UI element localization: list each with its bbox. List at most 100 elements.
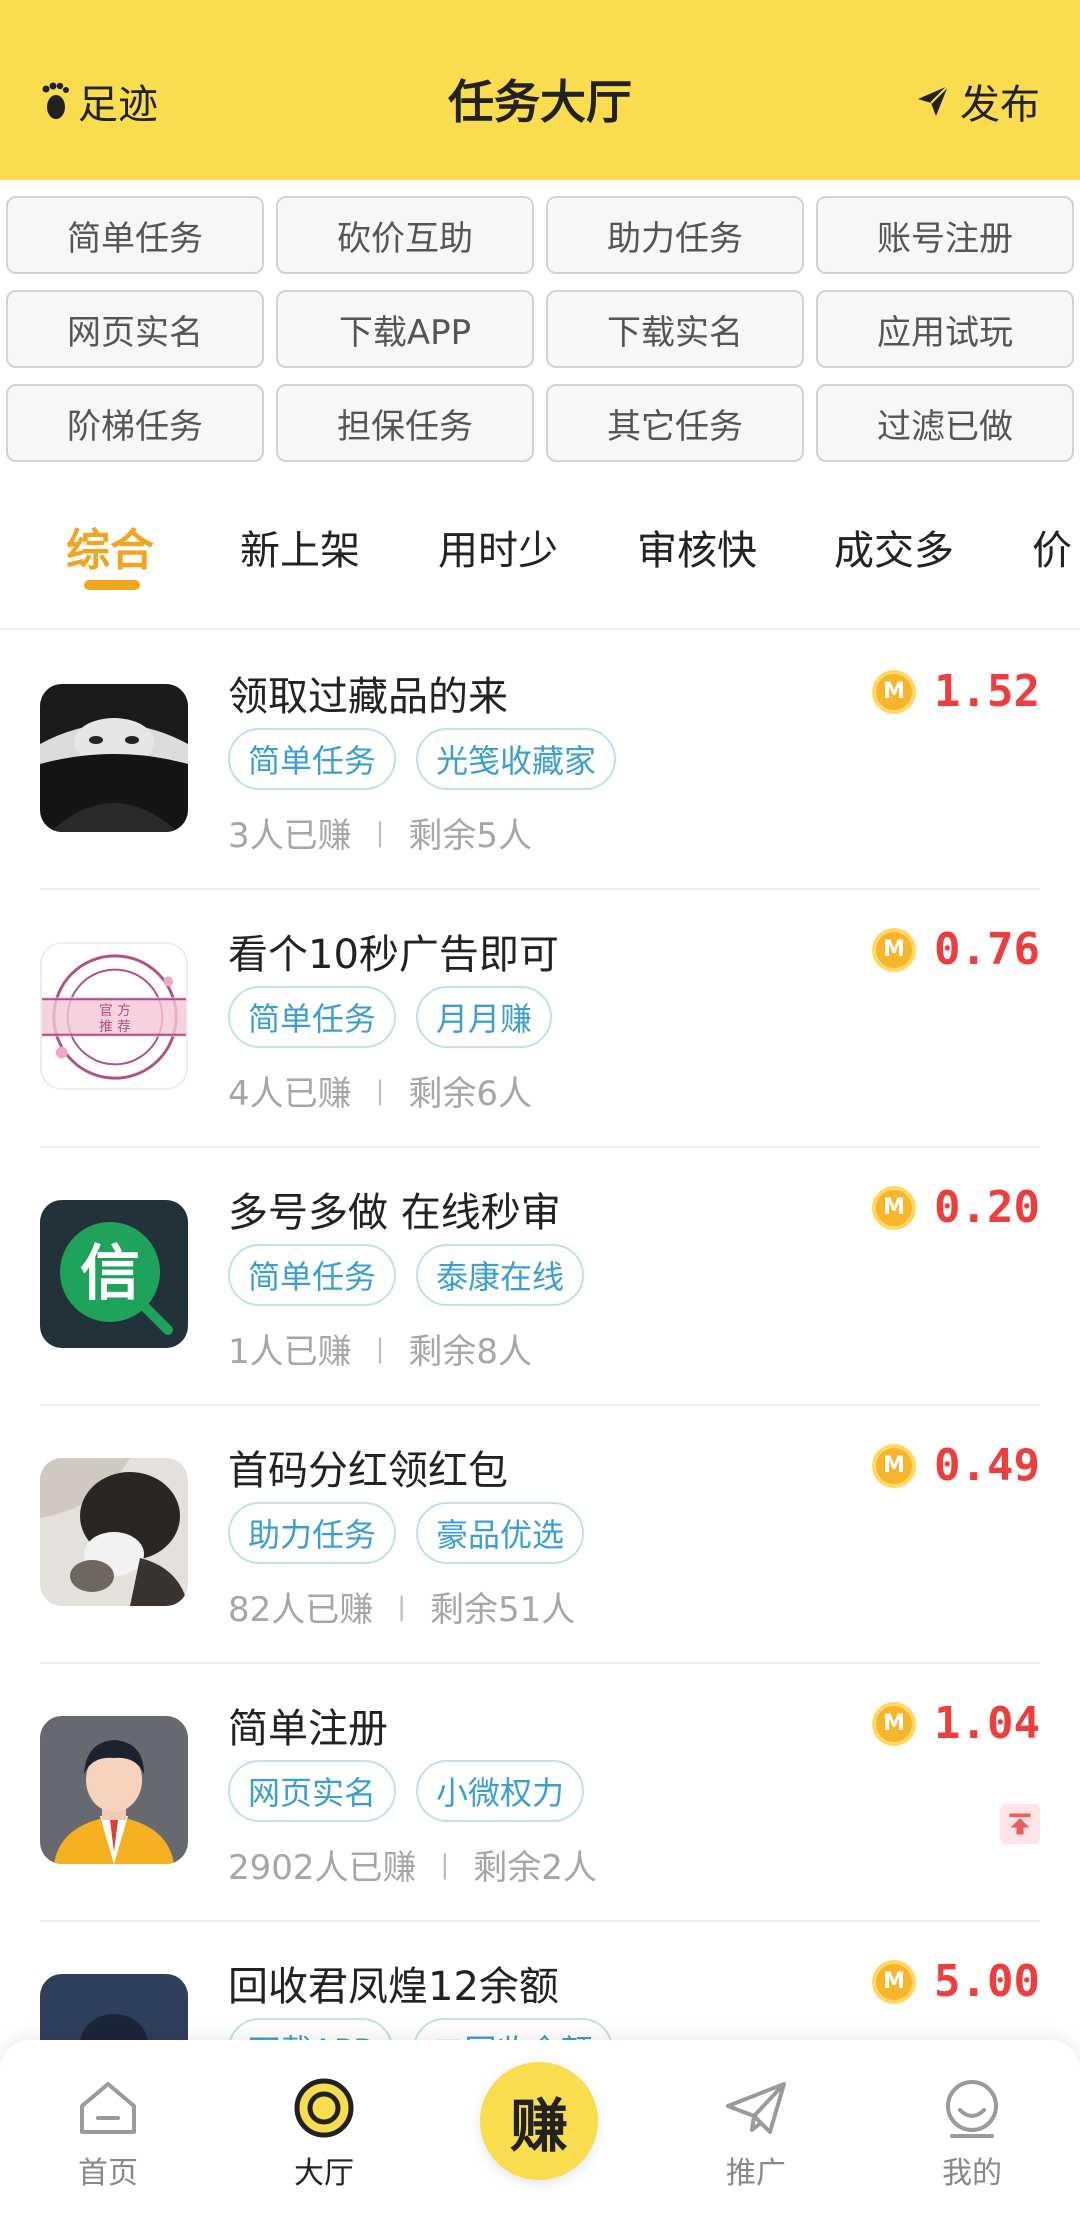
home-icon: [80, 2082, 136, 2134]
earn-button[interactable]: 赚: [480, 2062, 598, 2180]
task-stats: 4人已赚 | 剩余6人: [228, 1066, 532, 1115]
tab-price[interactable]: 价: [1032, 518, 1072, 576]
category-guarantee[interactable]: 担保任务: [276, 384, 534, 462]
task-reward: M 1.52: [872, 666, 1040, 717]
separator: |: [397, 1591, 407, 1622]
pin-top-icon: [1000, 1804, 1040, 1844]
category-filter-done[interactable]: 过滤已做: [816, 384, 1074, 462]
task-price: 0.76: [934, 924, 1040, 975]
coin-icon: M: [872, 927, 917, 972]
task-avatar: 官 方 推 荐: [40, 942, 188, 1090]
task-item[interactable]: 领取过藏品的来 简单任务 光笺收藏家 3人已赚 | 剩余5人 M 1.52: [0, 632, 1080, 890]
separator: |: [375, 1333, 385, 1364]
task-tags: 简单任务 月月赚: [228, 986, 572, 1048]
task-stats: 82人已赚 | 剩余51人: [228, 1582, 575, 1631]
nav-home[interactable]: 首页: [38, 2076, 178, 2192]
tab-fast-review[interactable]: 审核快: [637, 518, 757, 576]
task-earned-count: 4人已赚: [228, 1074, 352, 1114]
task-avatar: 信: [40, 1200, 188, 1348]
task-tag: 简单任务: [228, 1244, 397, 1306]
task-title: 看个10秒广告即可: [228, 932, 559, 978]
category-register[interactable]: 账号注册: [816, 196, 1074, 274]
bottom-nav: 首页 大厅 赚 推广 我的: [0, 2040, 1080, 2228]
category-assist[interactable]: 助力任务: [546, 196, 804, 274]
send-icon: [918, 85, 949, 116]
task-tag: 泰康在线: [416, 1244, 585, 1306]
category-download-app[interactable]: 下载APP: [276, 290, 534, 368]
paper-plane-icon: [726, 2082, 786, 2134]
task-item[interactable]: 官 方 推 荐 看个10秒广告即可 简单任务 月月赚 4人已赚 | 剩余6人 M…: [0, 890, 1080, 1148]
coin-icon: M: [872, 1185, 917, 1230]
separator: |: [440, 1849, 450, 1880]
tab-overall[interactable]: 综合: [66, 514, 154, 578]
task-tag: 简单任务: [228, 986, 397, 1048]
publish-button[interactable]: 发布: [916, 72, 1040, 130]
task-remaining: 剩余6人: [408, 1074, 533, 1114]
task-title: 领取过藏品的来: [228, 674, 508, 720]
category-other[interactable]: 其它任务: [546, 384, 804, 462]
separator: |: [375, 1075, 385, 1106]
task-reward: M 1.04: [872, 1698, 1040, 1749]
nav-hall-label: 大厅: [294, 2156, 354, 2191]
task-tag: 豪品优选: [416, 1502, 585, 1564]
task-tags: 助力任务 豪品优选: [228, 1502, 604, 1564]
publish-label: 发布: [960, 82, 1040, 128]
task-avatar: [40, 684, 188, 832]
task-price: 1.04: [934, 1698, 1040, 1749]
task-item[interactable]: 信 多号多做 在线秒审 简单任务 泰康在线 1人已赚 | 剩余8人 M 0.20: [0, 1148, 1080, 1406]
sort-tabs: 综合 新上架 用时少 审核快 成交多 价: [0, 500, 1080, 630]
task-title: 回收君凤煌12余额: [228, 1964, 559, 2010]
task-list: 领取过藏品的来 简单任务 光笺收藏家 3人已赚 | 剩余5人 M 1.52 官: [0, 632, 1080, 2180]
task-item[interactable]: 首码分红领红包 助力任务 豪品优选 82人已赚 | 剩余51人 M 0.49: [0, 1406, 1080, 1664]
smiley-user-icon: [946, 2080, 998, 2138]
nav-home-label: 首页: [78, 2156, 138, 2191]
task-stats: 3人已赚 | 剩余5人: [228, 808, 532, 857]
coin-icon: M: [872, 669, 917, 714]
category-simple[interactable]: 简单任务: [6, 196, 264, 274]
category-web-realname[interactable]: 网页实名: [6, 290, 264, 368]
category-bargain[interactable]: 砍价互助: [276, 196, 534, 274]
task-tag: 助力任务: [228, 1502, 397, 1564]
task-tags: 网页实名 小微权力: [228, 1760, 604, 1822]
task-tag: 网页实名: [228, 1760, 397, 1822]
category-download-realname[interactable]: 下载实名: [546, 290, 804, 368]
task-remaining: 剩余51人: [430, 1590, 576, 1630]
task-reward: M 0.76: [872, 924, 1040, 975]
task-stats: 2902人已赚 | 剩余2人: [228, 1840, 597, 1889]
tab-new[interactable]: 新上架: [240, 518, 360, 576]
separator: |: [375, 817, 385, 848]
xin-glyph: 信: [80, 1239, 140, 1309]
task-remaining: 剩余5人: [408, 816, 533, 856]
target-icon: [294, 2078, 354, 2138]
task-item[interactable]: 简单注册 网页实名 小微权力 2902人已赚 | 剩余2人 M 1.04: [0, 1664, 1080, 1922]
coin-icon: M: [872, 1443, 917, 1488]
category-grid: 简单任务 砍价互助 助力任务 账号注册 网页实名 下载APP 下载实名 应用试玩…: [6, 196, 1074, 462]
task-avatar: [40, 1458, 188, 1606]
nav-mine-label: 我的: [942, 2156, 1002, 2191]
task-title: 简单注册: [228, 1706, 388, 1752]
task-tag: 小微权力: [416, 1760, 585, 1822]
stamp-text-top: 官 方: [99, 1003, 131, 1019]
task-price: 1.52: [934, 666, 1040, 717]
nav-promote[interactable]: 推广: [686, 2076, 826, 2192]
coin-icon: M: [872, 1701, 917, 1746]
tab-less-time[interactable]: 用时少: [438, 518, 558, 576]
task-avatar: [40, 1716, 188, 1864]
nav-mine[interactable]: 我的: [902, 2076, 1042, 2192]
category-ladder[interactable]: 阶梯任务: [6, 384, 264, 462]
category-app-trial[interactable]: 应用试玩: [816, 290, 1074, 368]
task-price: 0.20: [934, 1182, 1040, 1233]
task-earned-count: 82人已赚: [228, 1590, 374, 1630]
task-reward: M 0.49: [872, 1440, 1040, 1491]
task-price: 5.00: [934, 1956, 1040, 2007]
task-earned-count: 1人已赚: [228, 1332, 352, 1372]
header-bar: 足迹 任务大厅 发布: [0, 0, 1080, 180]
stamp-text-bottom: 推 荐: [99, 1019, 131, 1035]
task-tags: 简单任务 光笺收藏家: [228, 728, 636, 790]
task-title: 多号多做 在线秒审: [228, 1190, 561, 1236]
task-price: 0.49: [934, 1440, 1040, 1491]
nav-promote-label: 推广: [726, 2156, 786, 2191]
nav-hall[interactable]: 大厅: [254, 2076, 394, 2192]
active-tab-indicator: [84, 580, 140, 590]
tab-most-deals[interactable]: 成交多: [834, 518, 954, 576]
